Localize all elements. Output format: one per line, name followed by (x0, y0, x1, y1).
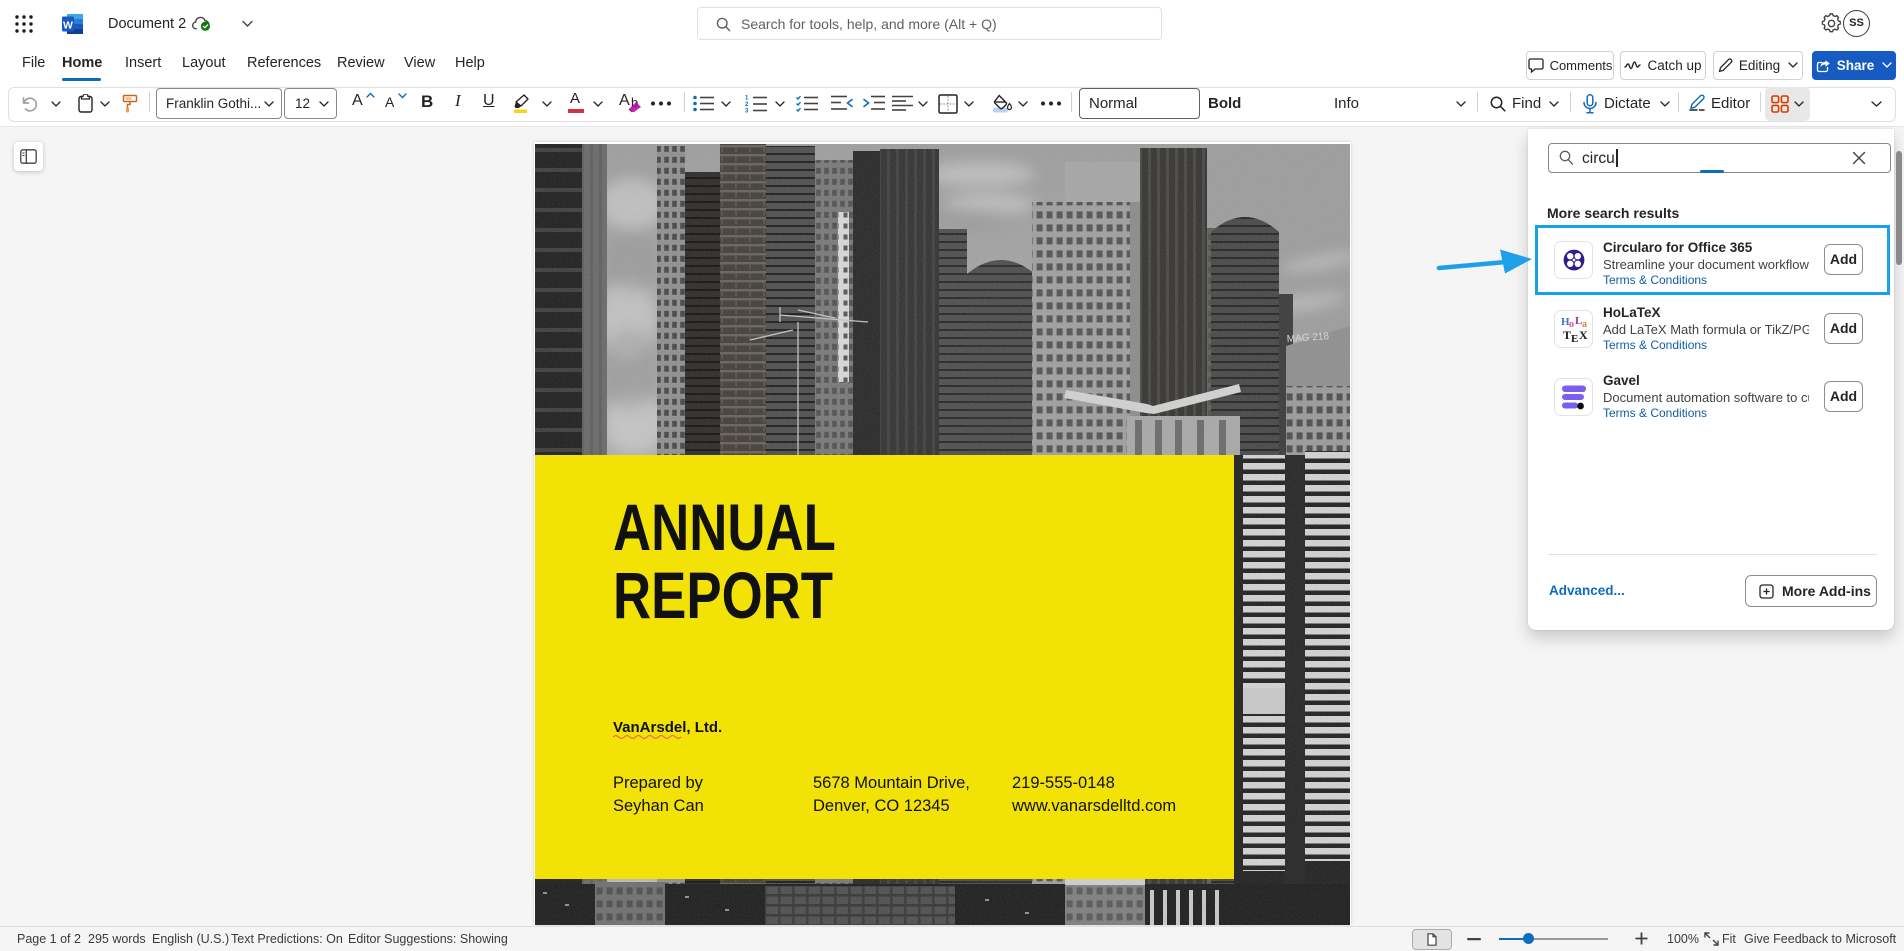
svg-text:W: W (63, 20, 73, 32)
svg-text:3: 3 (745, 109, 749, 114)
svg-text:E: E (1571, 333, 1578, 345)
svg-text:2: 2 (745, 102, 749, 108)
svg-text:1: 1 (745, 96, 749, 102)
svg-text:T: T (1563, 328, 1571, 342)
svg-text:X: X (1579, 328, 1588, 342)
